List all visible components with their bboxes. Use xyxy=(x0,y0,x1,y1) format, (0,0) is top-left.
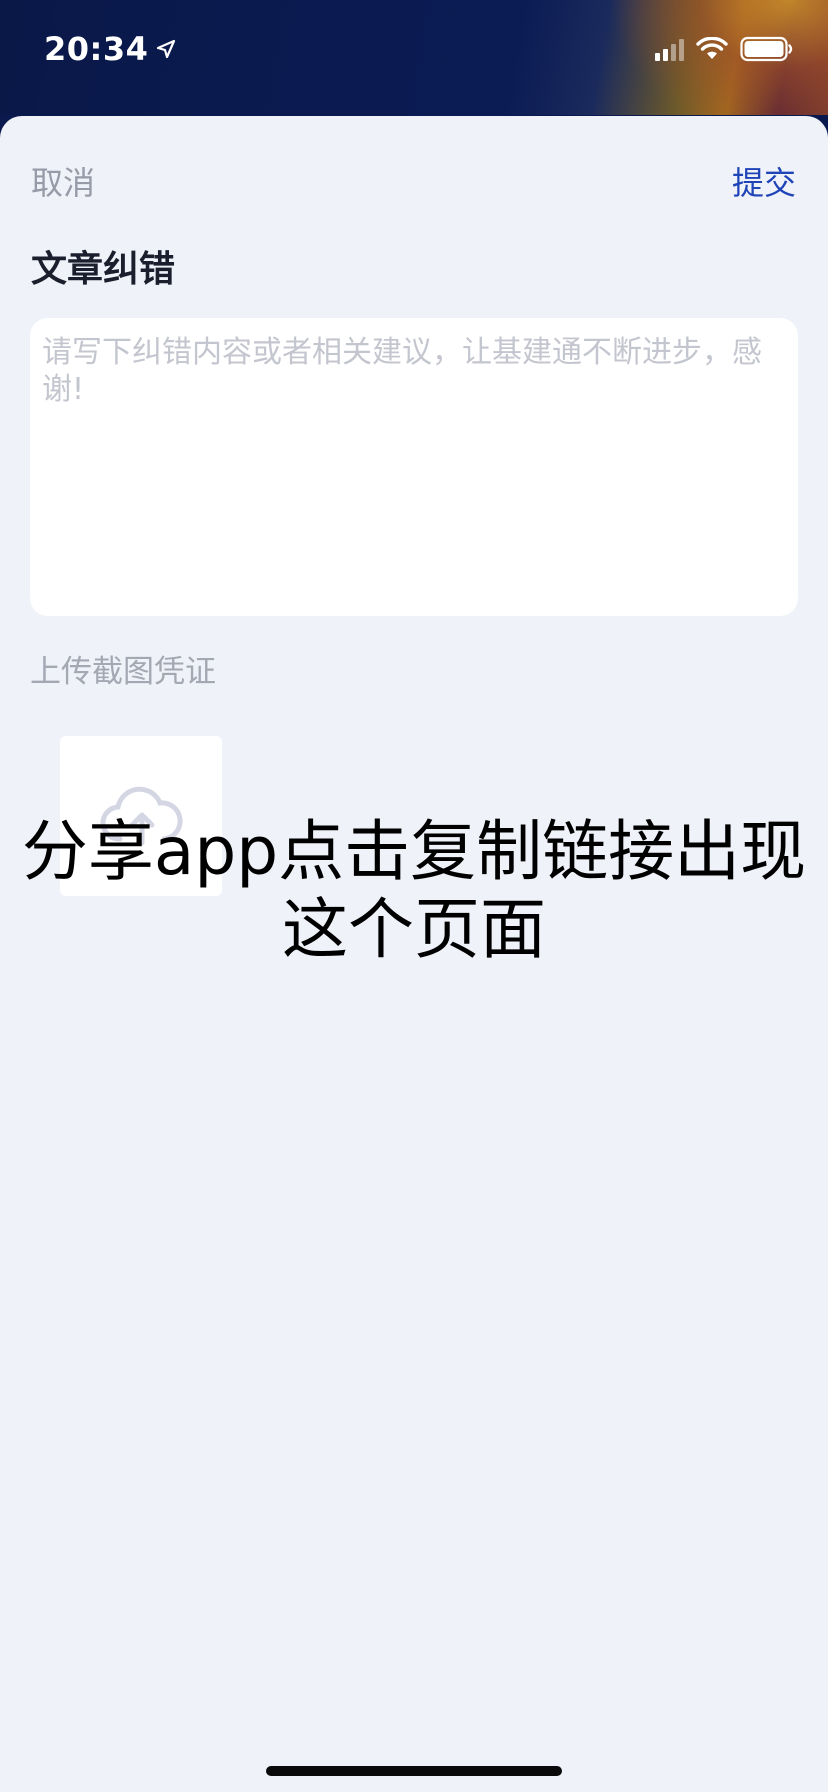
status-time-text: 20:34 xyxy=(44,30,149,68)
wifi-icon xyxy=(696,37,728,59)
location-arrow-icon xyxy=(157,39,176,59)
status-bar: 20:34 xyxy=(0,0,828,115)
status-icons xyxy=(655,36,794,62)
upload-image-button[interactable] xyxy=(60,736,222,896)
status-time: 20:34 xyxy=(44,30,176,68)
page-title: 文章纠错 xyxy=(31,249,176,290)
cancel-button[interactable]: 取消 xyxy=(31,158,95,204)
cellular-signal-icon xyxy=(655,37,684,61)
feedback-textarea[interactable] xyxy=(30,318,798,616)
upload-label: 上传截图凭证 xyxy=(30,654,216,690)
error-report-sheet: 取消 提交 文章纠错 上传截图凭证 xyxy=(0,116,828,1792)
battery-icon xyxy=(740,36,793,62)
cloud-upload-icon xyxy=(100,786,183,846)
submit-button[interactable]: 提交 xyxy=(732,158,796,204)
home-indicator xyxy=(266,1766,562,1776)
